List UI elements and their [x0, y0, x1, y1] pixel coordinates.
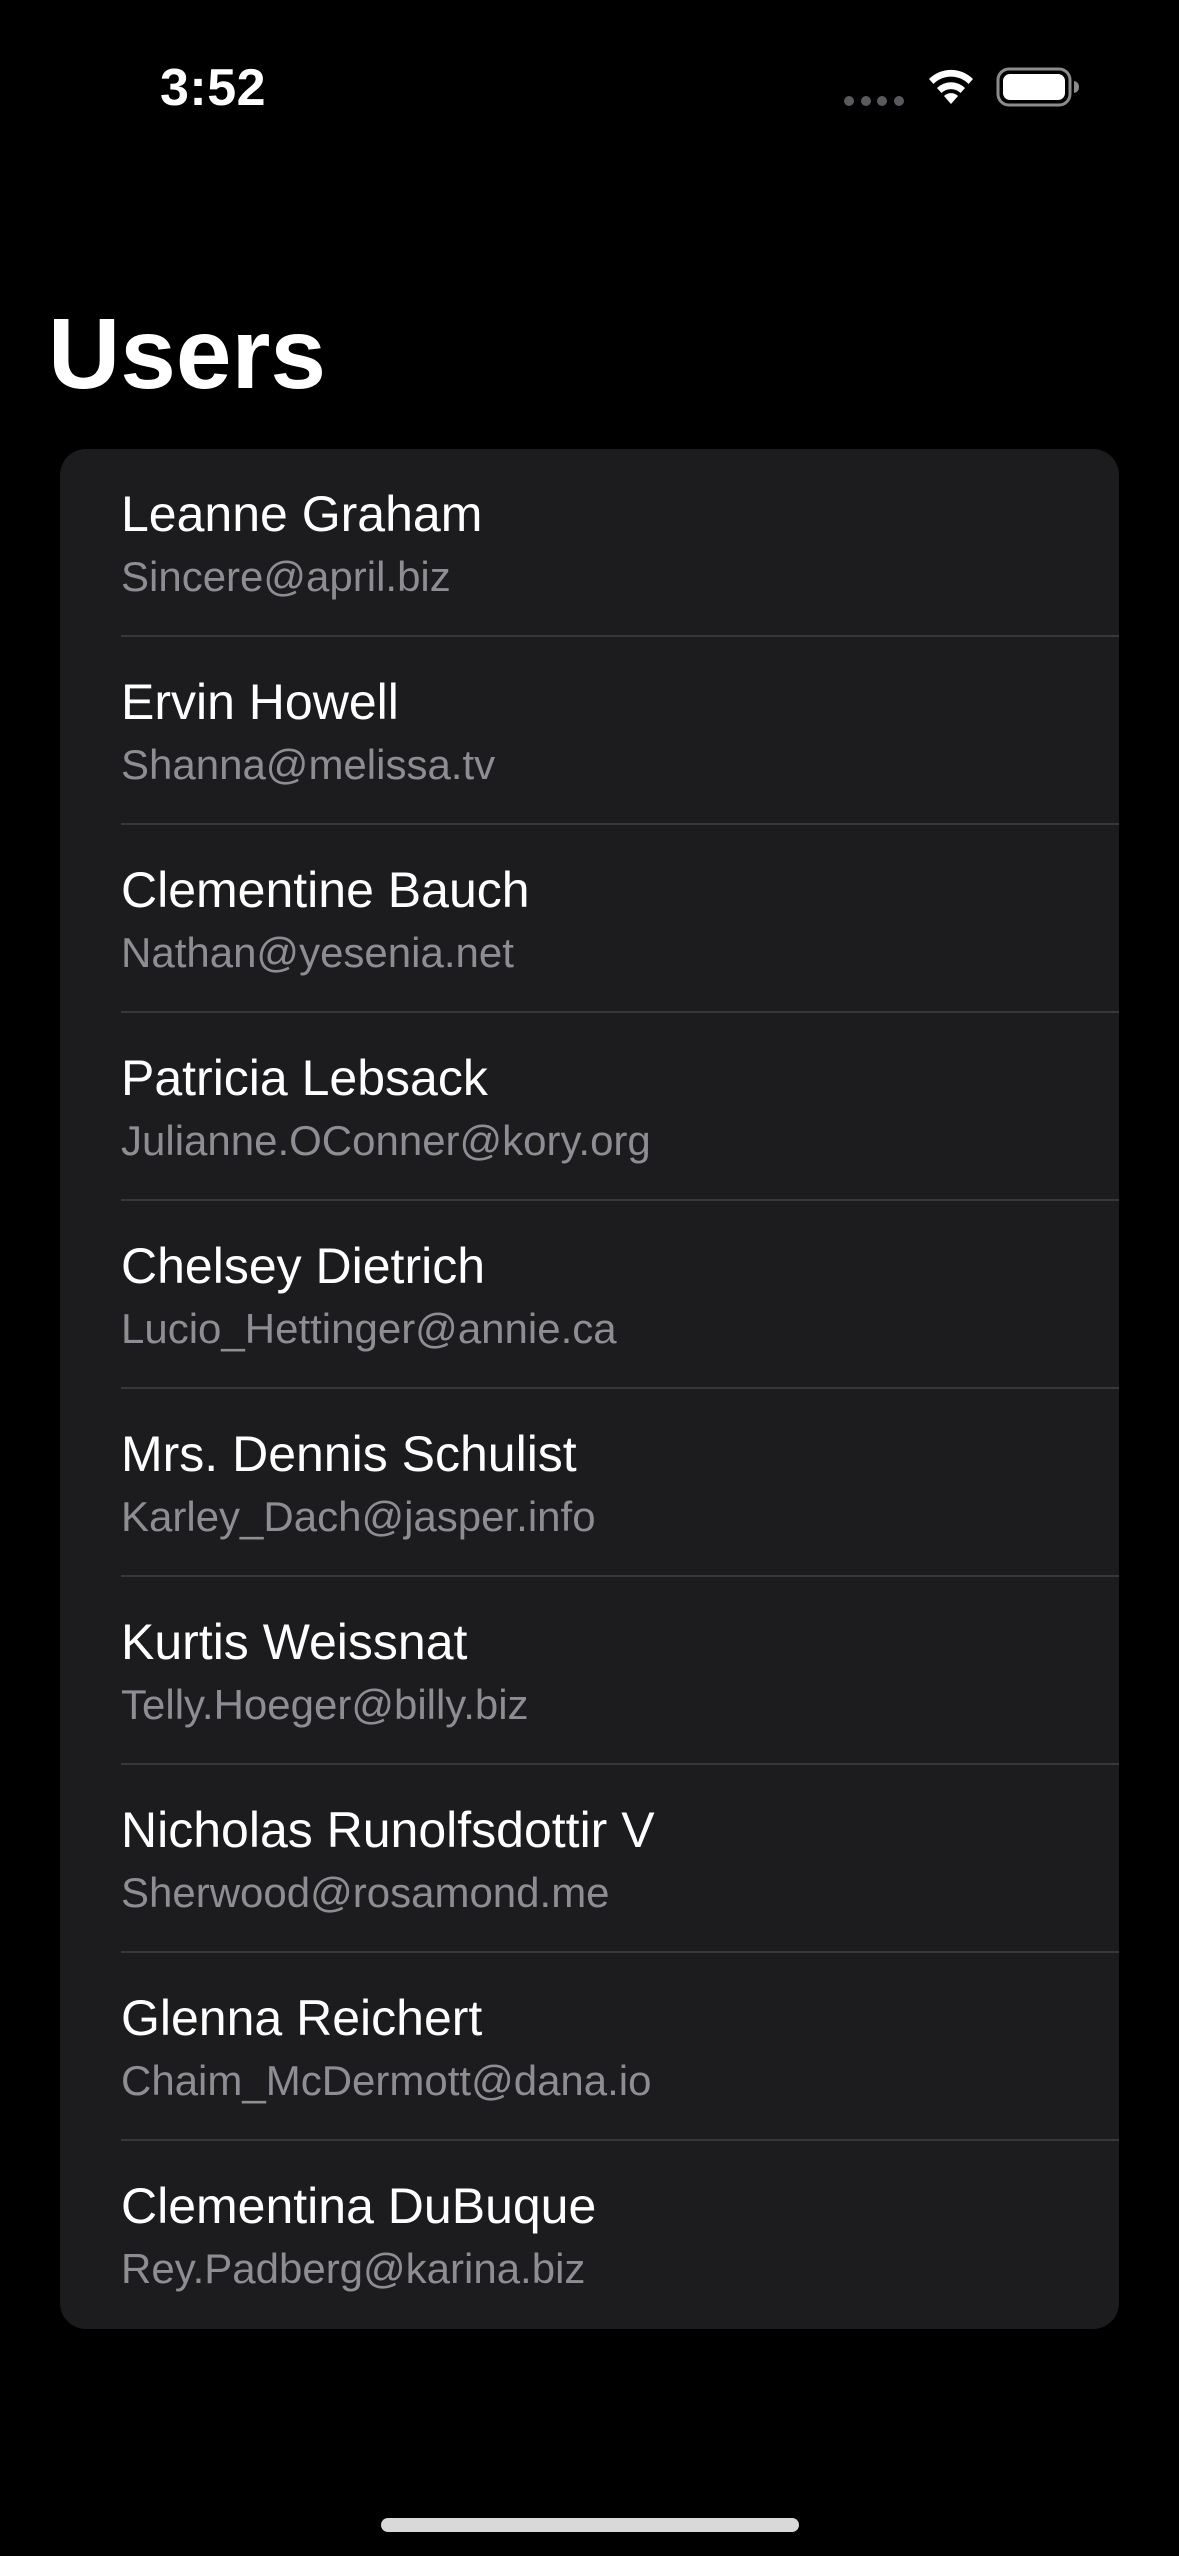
users-list: Leanne Graham Sincere@april.biz Ervin Howe…: [60, 449, 1119, 2329]
user-email: Shanna@melissa.tv: [121, 741, 496, 788]
user-email: Rey.Padberg@karina.biz: [121, 2245, 586, 2292]
list-item[interactable]: Mrs. Dennis Schulist Karley_Dach@jasper.i…: [60, 1389, 1119, 1577]
page-title: Users: [48, 298, 326, 410]
user-email: Chaim_McDermott@dana.io: [121, 2057, 652, 2104]
user-name: Ervin Howell: [121, 674, 399, 730]
list-item[interactable]: Chelsey Dietrich Lucio_Hettinger@annie.ca: [60, 1201, 1119, 1389]
user-email: Sherwood@rosamond.me: [121, 1869, 610, 1916]
list-item[interactable]: Ervin Howell Shanna@melissa.tv: [60, 637, 1119, 825]
wifi-icon: [929, 69, 973, 104]
user-name: Clementine Bauch: [121, 862, 530, 918]
list-item[interactable]: Glenna Reichert Chaim_McDermott@dana.io: [60, 1953, 1119, 2141]
user-name: Clementina DuBuque: [121, 2178, 597, 2234]
user-email: Lucio_Hettinger@annie.ca: [121, 1305, 617, 1352]
user-email: Telly.Hoeger@billy.biz: [121, 1681, 529, 1728]
user-email: Sincere@april.biz: [121, 553, 451, 600]
user-name: Patricia Lebsack: [121, 1050, 488, 1106]
list-item[interactable]: Clementina DuBuque Rey.Padberg@karina.biz: [60, 2141, 1119, 2329]
user-email: Nathan@yesenia.net: [121, 929, 514, 976]
status-time: 3:52: [160, 59, 267, 117]
user-name: Chelsey Dietrich: [121, 1238, 486, 1294]
list-item[interactable]: Nicholas Runolfsdottir V Sherwood@rosamon…: [60, 1765, 1119, 1953]
list-item[interactable]: Clementine Bauch Nathan@yesenia.net: [60, 825, 1119, 1013]
battery-full-icon: [996, 67, 1079, 107]
user-name: Nicholas Runolfsdottir V: [121, 1802, 655, 1858]
list-item[interactable]: Kurtis Weissnat Telly.Hoeger@billy.biz: [60, 1577, 1119, 1765]
cellular-dots-icon: [844, 96, 904, 106]
user-email: Julianne.OConner@kory.org: [121, 1117, 651, 1164]
home-indicator[interactable]: [381, 2518, 799, 2532]
user-name: Glenna Reichert: [121, 1990, 483, 2046]
list-item[interactable]: Patricia Lebsack Julianne.OConner@kory.or…: [60, 1013, 1119, 1201]
list-item[interactable]: Leanne Graham Sincere@april.biz: [60, 449, 1119, 637]
user-email: Karley_Dach@jasper.info: [121, 1493, 596, 1540]
status-bar: 3:52: [0, 0, 1179, 170]
user-name: Mrs. Dennis Schulist: [121, 1426, 577, 1482]
user-name: Kurtis Weissnat: [121, 1614, 468, 1670]
user-name: Leanne Graham: [121, 486, 483, 542]
